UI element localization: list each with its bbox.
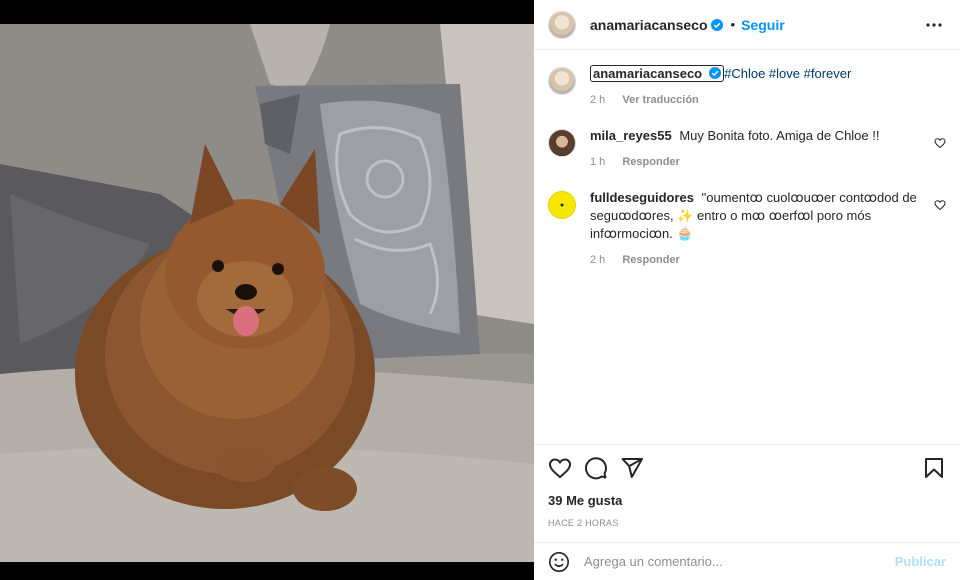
caption-hashtags[interactable]: #Chloe #love #forever bbox=[724, 66, 851, 81]
comment-like-icon[interactable] bbox=[934, 137, 946, 149]
publish-button[interactable]: Publicar bbox=[895, 554, 946, 569]
commenter-username[interactable]: fulldeseguidores bbox=[590, 190, 694, 205]
comment-item: ● fulldeseguidores "oumentꝏ cuolꝏuꝏer co… bbox=[548, 189, 946, 269]
comments-list: anamariacanseco #Chloe #love #forever 2 h… bbox=[534, 51, 960, 443]
commenter-avatar[interactable] bbox=[548, 129, 576, 157]
comment-time[interactable]: 1 h bbox=[590, 156, 605, 168]
caption-username: anamariacanseco bbox=[593, 66, 703, 81]
separator-dot: • bbox=[730, 17, 736, 32]
comment-time[interactable]: 2 h bbox=[590, 254, 605, 266]
see-translation-button[interactable]: Ver traducción bbox=[622, 94, 698, 106]
reply-button[interactable]: Responder bbox=[622, 156, 679, 168]
post-media bbox=[0, 0, 534, 580]
author-avatar[interactable] bbox=[548, 67, 576, 95]
caption-time[interactable]: 2 h bbox=[590, 94, 605, 106]
caption: anamariacanseco #Chloe #love #forever 2 h… bbox=[548, 65, 946, 109]
caption-username-link[interactable]: anamariacanseco bbox=[590, 65, 725, 82]
commenter-username[interactable]: mila_reyes55 bbox=[590, 128, 672, 143]
verified-badge-icon bbox=[709, 67, 722, 79]
emoji-icon[interactable] bbox=[548, 551, 570, 573]
follow-button[interactable]: Seguir bbox=[741, 17, 785, 33]
author-avatar[interactable] bbox=[548, 10, 576, 39]
share-icon[interactable] bbox=[620, 456, 644, 480]
more-icon[interactable] bbox=[922, 13, 946, 37]
commenter-avatar-logo: ● bbox=[559, 201, 565, 209]
verified-badge-icon bbox=[710, 18, 723, 31]
post-timestamp[interactable]: HACE 2 HORAS bbox=[548, 518, 946, 528]
comment-icon[interactable] bbox=[584, 456, 608, 480]
heart-icon[interactable] bbox=[548, 456, 572, 480]
author-username[interactable]: anamariacanseco bbox=[590, 17, 708, 33]
comment-like-icon[interactable] bbox=[934, 199, 946, 211]
comment-item: mila_reyes55 Muy Bonita foto. Amiga de C… bbox=[548, 127, 946, 171]
likes-count[interactable]: 39 Me gusta bbox=[548, 493, 946, 508]
commenter-avatar[interactable]: ● bbox=[548, 191, 576, 219]
post-actions: 39 Me gusta HACE 2 HORAS bbox=[534, 444, 960, 528]
bookmark-icon[interactable] bbox=[922, 456, 946, 480]
reply-button[interactable]: Responder bbox=[622, 254, 679, 266]
post-details-panel: anamariacanseco • Seguir anamariacanseco… bbox=[534, 0, 960, 580]
comment-input[interactable] bbox=[584, 554, 887, 569]
post-header: anamariacanseco • Seguir bbox=[534, 0, 960, 50]
comment-composer: Publicar bbox=[534, 542, 960, 580]
comment-text: Muy Bonita foto. Amiga de Chloe !! bbox=[679, 128, 880, 143]
post-photo[interactable] bbox=[0, 24, 534, 562]
